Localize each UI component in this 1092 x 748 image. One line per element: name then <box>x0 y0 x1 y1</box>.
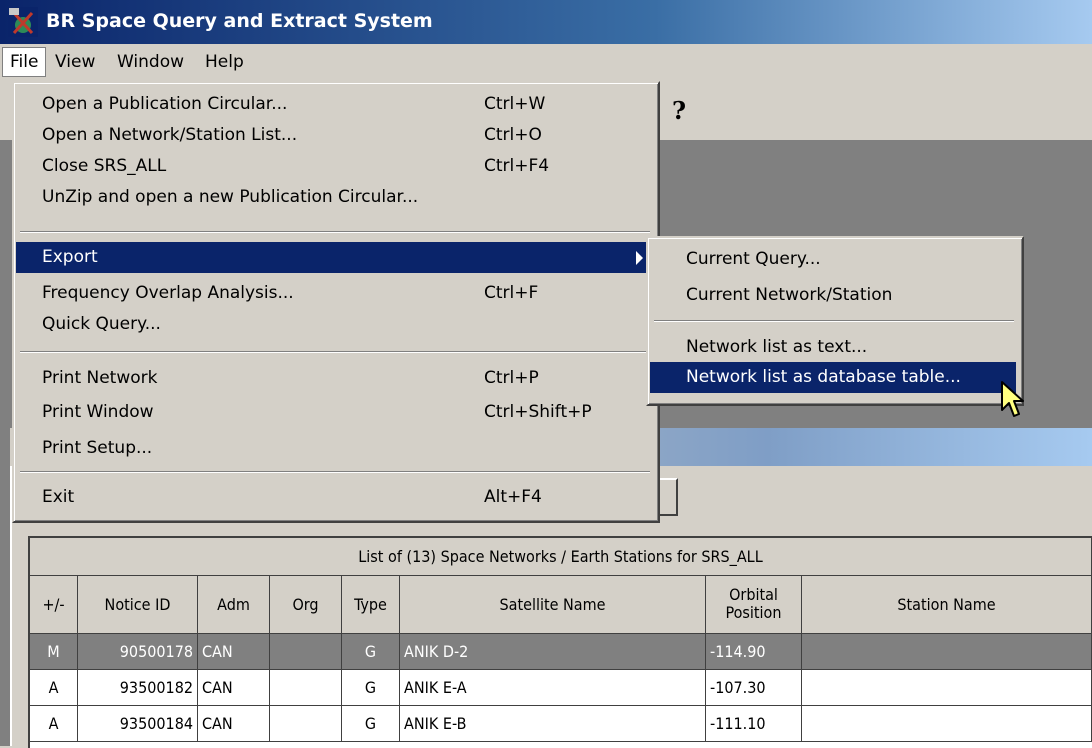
menu-separator <box>654 320 1014 322</box>
cell-station-name <box>802 670 1092 706</box>
col-header-orbital-position[interactable]: Orbital Position <box>706 576 802 634</box>
cell-orbital-position: -107.30 <box>706 670 802 706</box>
col-header-satellite-name[interactable]: Satellite Name <box>400 576 706 634</box>
menu-item-exit[interactable]: Exit Alt+F4 <box>16 482 654 513</box>
col-header-type[interactable]: Type <box>342 576 400 634</box>
menu-window[interactable]: Window <box>110 48 191 76</box>
menu-item-close-srs-all[interactable]: Close SRS_ALL Ctrl+F4 <box>16 151 654 182</box>
cell-adm: CAN <box>198 670 270 706</box>
menu-separator <box>20 471 650 473</box>
window-title: BR Space Query and Extract System <box>46 10 433 32</box>
menu-item-open-network-station-list[interactable]: Open a Network/Station List... Ctrl+O <box>16 120 654 151</box>
menu-item-export[interactable]: Export <box>16 242 654 273</box>
cell-plusminus: A <box>30 670 78 706</box>
col-header-org[interactable]: Org <box>270 576 342 634</box>
cell-notice-id: 90500178 <box>78 634 198 670</box>
menu-item-open-publication-circular[interactable]: Open a Publication Circular... Ctrl+W <box>16 89 654 120</box>
submenu-item-network-list-text[interactable]: Network list as text... <box>650 332 1016 363</box>
menu-item-unzip-open[interactable]: UnZip and open a new Publication Circula… <box>16 182 654 213</box>
app-icon[interactable] <box>8 7 38 37</box>
menu-separator <box>20 351 650 353</box>
col-header-adm[interactable]: Adm <box>198 576 270 634</box>
col-header-notice-id[interactable]: Notice ID <box>78 576 198 634</box>
grid-caption: List of (13) Space Networks / Earth Stat… <box>30 538 1092 576</box>
submenu-item-network-list-database-table[interactable]: Network list as database table... <box>650 362 1016 393</box>
submenu-item-current-network-station[interactable]: Current Network/Station <box>650 280 1016 311</box>
cell-satellite-name: ANIK D-2 <box>400 634 706 670</box>
menu-item-print-setup[interactable]: Print Setup... <box>16 433 654 464</box>
cell-type: G <box>342 634 400 670</box>
cell-type: G <box>342 670 400 706</box>
col-header-plusminus[interactable]: +/- <box>30 576 78 634</box>
menu-separator <box>20 231 650 233</box>
cell-orbital-position: -114.90 <box>706 634 802 670</box>
cell-plusminus: M <box>30 634 78 670</box>
menu-item-quick-query[interactable]: Quick Query... <box>16 309 654 340</box>
cell-station-name <box>802 634 1092 670</box>
help-icon[interactable]: ? <box>672 96 686 125</box>
mouse-pointer-icon <box>1001 381 1024 417</box>
cell-notice-id: 93500182 <box>78 670 198 706</box>
submenu-arrow-icon <box>636 251 643 265</box>
cell-notice-id: 93500184 <box>78 706 198 742</box>
menu-help[interactable]: Help <box>198 48 251 76</box>
cell-station-name <box>802 706 1092 742</box>
menu-bar: File View Window Help <box>0 44 1092 80</box>
menu-file[interactable]: File <box>2 47 47 77</box>
cell-plusminus: A <box>30 706 78 742</box>
cell-adm: CAN <box>198 706 270 742</box>
cell-org <box>270 706 342 742</box>
cell-adm: CAN <box>198 634 270 670</box>
col-header-station-name[interactable]: Station Name <box>802 576 1092 634</box>
menu-item-print-network[interactable]: Print Network Ctrl+P <box>16 363 654 394</box>
cell-satellite-name: ANIK E-B <box>400 706 706 742</box>
submenu-item-current-query[interactable]: Current Query... <box>650 244 1016 275</box>
export-submenu: Current Query... Current Network/Station… <box>646 236 1024 406</box>
cell-type: G <box>342 706 400 742</box>
cell-org <box>270 670 342 706</box>
menu-item-print-window[interactable]: Print Window Ctrl+Shift+P <box>16 397 654 428</box>
cell-org <box>270 634 342 670</box>
file-menu-dropdown: Open a Publication Circular... Ctrl+W Op… <box>12 81 660 523</box>
menu-item-frequency-overlap-analysis[interactable]: Frequency Overlap Analysis... Ctrl+F <box>16 278 654 309</box>
cell-satellite-name: ANIK E-A <box>400 670 706 706</box>
network-list-grid[interactable]: List of (13) Space Networks / Earth Stat… <box>28 536 1092 748</box>
cell-orbital-position: -111.10 <box>706 706 802 742</box>
menu-view[interactable]: View <box>48 48 102 76</box>
